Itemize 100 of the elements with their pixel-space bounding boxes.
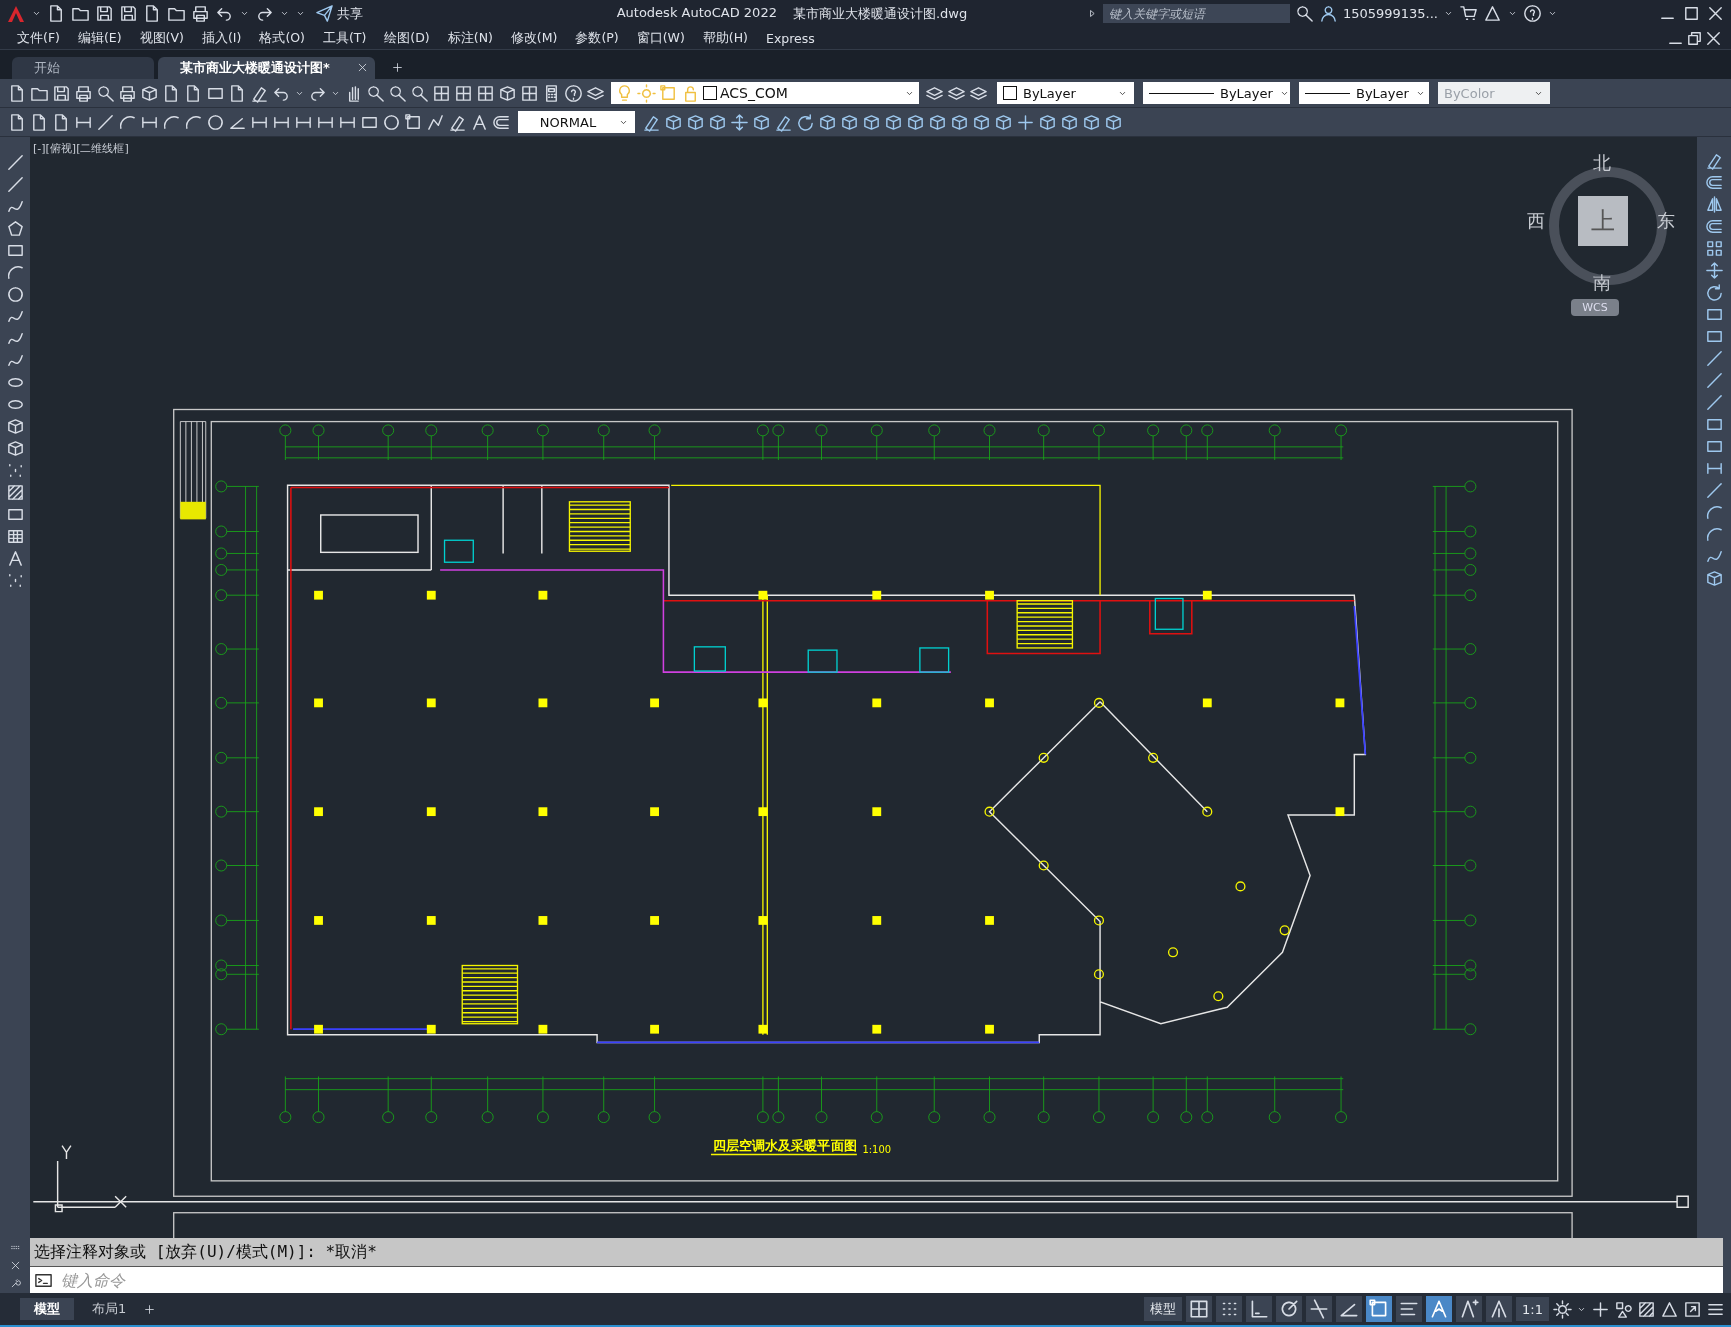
cube-icon[interactable] xyxy=(840,112,859,132)
line-icon[interactable] xyxy=(1704,371,1724,390)
cube-icon[interactable] xyxy=(972,112,991,132)
compass-label[interactable]: 西 xyxy=(1527,209,1545,233)
cube-icon[interactable] xyxy=(1060,112,1079,132)
plus-icon[interactable] xyxy=(144,1303,156,1315)
cube-icon[interactable] xyxy=(1704,569,1724,588)
cube-icon[interactable] xyxy=(708,112,727,132)
polar-toggle-icon[interactable] xyxy=(1276,1296,1303,1322)
arc-icon[interactable] xyxy=(5,263,25,282)
save-icon[interactable] xyxy=(119,4,138,23)
selection-icon[interactable] xyxy=(404,112,423,132)
gear-icon[interactable] xyxy=(1553,1299,1572,1319)
layer-dropdown[interactable]: ACS_COM xyxy=(611,82,919,104)
menu-item[interactable]: 窗口(W) xyxy=(629,29,696,47)
hatch-icon[interactable] xyxy=(1637,1299,1656,1319)
offset-icon[interactable] xyxy=(1704,217,1724,236)
cube-icon[interactable] xyxy=(928,112,947,132)
annotation-scale-button[interactable]: 1:1 xyxy=(1516,1297,1549,1321)
cube-icon[interactable] xyxy=(686,112,705,132)
close-icon[interactable] xyxy=(1706,4,1725,23)
annotation-plain-toggle-icon[interactable] xyxy=(1486,1296,1513,1322)
lineweight-dropdown[interactable]: ByLayer xyxy=(1299,82,1429,104)
cube-icon[interactable] xyxy=(140,83,159,103)
cube-icon[interactable] xyxy=(1038,112,1057,132)
magnifier-icon[interactable] xyxy=(388,83,407,103)
layout-tab[interactable]: 布局1 xyxy=(78,1298,141,1320)
move-icon[interactable] xyxy=(1704,261,1724,280)
compass-label[interactable]: 南 xyxy=(1593,271,1611,295)
cube-icon[interactable] xyxy=(818,112,837,132)
arc-icon[interactable] xyxy=(1704,525,1724,544)
save-icon[interactable] xyxy=(52,83,71,103)
cube-icon[interactable] xyxy=(994,112,1013,132)
menu-item[interactable]: 工具(T) xyxy=(315,29,378,47)
grid-icon[interactable] xyxy=(454,83,473,103)
cube-icon[interactable] xyxy=(884,112,903,132)
grid-icon[interactable] xyxy=(520,83,539,103)
maximize-icon[interactable] xyxy=(1682,4,1701,23)
shapes-icon[interactable] xyxy=(1614,1299,1633,1319)
grid-icon[interactable] xyxy=(476,83,495,103)
polygon-icon[interactable] xyxy=(5,219,25,238)
cube-icon[interactable] xyxy=(906,112,925,132)
cube-icon[interactable] xyxy=(752,112,771,132)
menu-item[interactable]: 修改(M) xyxy=(503,29,569,47)
menu-item[interactable]: Express xyxy=(759,30,826,46)
angle-toggle-icon[interactable] xyxy=(1336,1296,1363,1322)
tracking-toggle-icon[interactable] xyxy=(1306,1296,1333,1322)
printer-icon[interactable] xyxy=(118,83,137,103)
color-dropdown[interactable]: ByLayer xyxy=(997,82,1134,104)
menu-item[interactable]: 格式(O) xyxy=(252,29,316,47)
cube-icon[interactable] xyxy=(498,83,517,103)
hatch-icon[interactable] xyxy=(5,483,25,502)
magnifier-icon[interactable] xyxy=(96,83,115,103)
rotate-icon[interactable] xyxy=(1704,283,1724,302)
fullscreen-icon[interactable] xyxy=(1683,1299,1702,1319)
cart-icon[interactable] xyxy=(1459,4,1478,23)
plus-icon[interactable] xyxy=(1591,1299,1610,1319)
plus-icon[interactable] xyxy=(1016,112,1035,132)
line-icon[interactable] xyxy=(96,112,115,132)
table-icon[interactable] xyxy=(5,527,25,546)
text-tool-icon[interactable] xyxy=(470,112,489,132)
cube-icon[interactable] xyxy=(5,417,25,436)
close-icon[interactable] xyxy=(357,62,368,73)
menu-item[interactable]: 插入(I) xyxy=(194,29,253,47)
printer-icon[interactable] xyxy=(191,4,210,23)
line-icon[interactable] xyxy=(1704,349,1724,368)
menu-item[interactable]: 视图(V) xyxy=(132,29,195,47)
magnifier-icon[interactable] xyxy=(410,83,429,103)
eraser-icon[interactable] xyxy=(1704,151,1724,170)
ortho-toggle-icon[interactable] xyxy=(1246,1296,1273,1322)
offset-icon[interactable] xyxy=(1704,173,1724,192)
printer-icon[interactable] xyxy=(74,83,93,103)
compass-label[interactable]: 东 xyxy=(1657,209,1675,233)
menu-item[interactable]: 帮助(H) xyxy=(695,29,759,47)
line-icon[interactable] xyxy=(5,153,25,172)
line-icon[interactable] xyxy=(5,175,25,194)
model-space-button[interactable]: 模型 xyxy=(1144,1297,1183,1321)
cube-icon[interactable] xyxy=(5,439,25,458)
triangle-icon[interactable] xyxy=(1660,1299,1679,1319)
layout-tab[interactable]: 模型 xyxy=(20,1298,74,1320)
cube-icon[interactable] xyxy=(1104,112,1123,132)
rotate-icon[interactable] xyxy=(796,112,815,132)
cube-icon[interactable] xyxy=(1082,112,1101,132)
wrench-icon[interactable] xyxy=(9,1278,21,1290)
search-icon[interactable] xyxy=(1294,4,1314,23)
grid-icon[interactable] xyxy=(432,83,451,103)
document-tab[interactable]: 开始 xyxy=(12,57,154,79)
lineweight-toggle-icon[interactable] xyxy=(1396,1296,1423,1322)
mirror-icon[interactable] xyxy=(1704,195,1724,214)
dimension-style-dropdown[interactable]: NORMAL xyxy=(518,111,635,133)
close-icon[interactable] xyxy=(9,1260,21,1271)
menu-item[interactable]: 绘图(D) xyxy=(377,29,441,47)
cube-icon[interactable] xyxy=(664,112,683,132)
viewport-label[interactable]: [-][俯视][二维线框] xyxy=(33,141,129,156)
annotation-add-toggle-icon[interactable] xyxy=(1456,1296,1483,1322)
linetype-dropdown[interactable]: ByLayer xyxy=(1143,82,1290,104)
plus-icon[interactable] xyxy=(392,62,403,73)
grid-toggle-icon[interactable] xyxy=(1186,1296,1213,1322)
cube-icon[interactable] xyxy=(950,112,969,132)
selection-toggle-icon[interactable] xyxy=(1366,1296,1393,1322)
